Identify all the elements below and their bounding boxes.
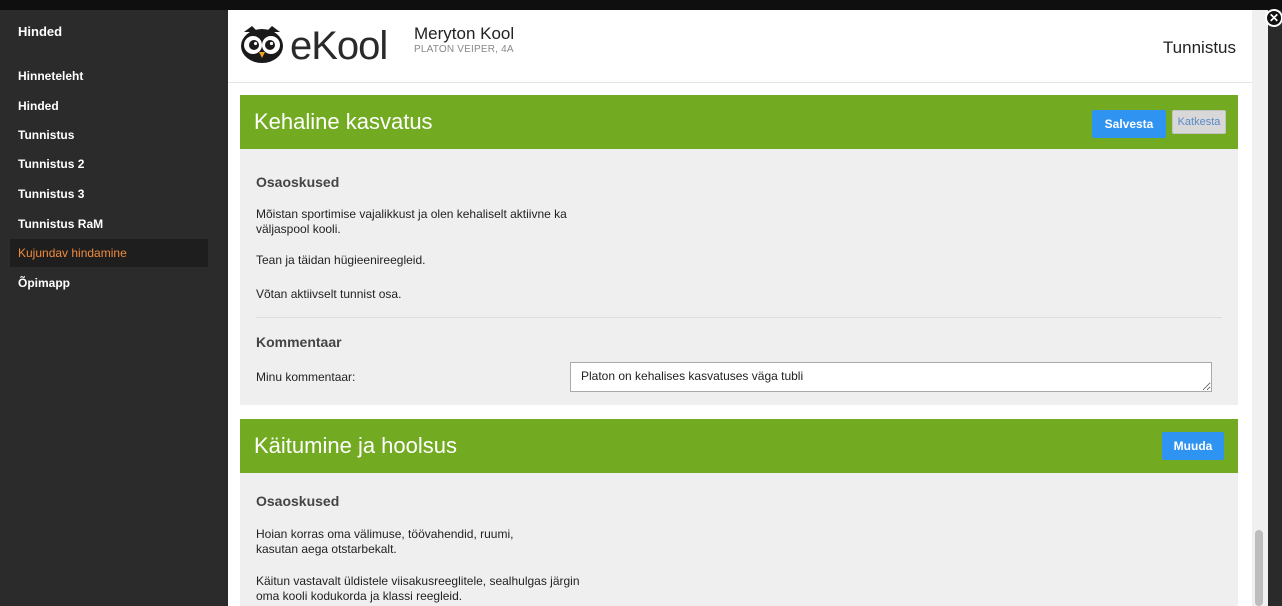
kommentaar-heading: Kommentaar: [256, 334, 342, 350]
section-header-kehaline-kasvatus: Kehaline kasvatus Salvesta Katkesta: [240, 95, 1238, 149]
main-content: eKool Meryton Kool PLATON VEIPER, 4A Tun…: [228, 10, 1252, 606]
section-panel-kaitumine-ja-hoolsus: Osaoskused Hoian korras oma välimuse, tö…: [240, 473, 1238, 606]
owl-logo-icon: [241, 26, 283, 63]
sidebar-item-kujundav-hindamine[interactable]: Kujundav hindamine: [10, 239, 208, 267]
scrollbar-thumb[interactable]: [1255, 530, 1263, 606]
skill-item: Käitun vastavalt üldistele viisakusreegl…: [256, 574, 580, 603]
skill-item: Tean ja täidan hügieenireegleid.: [256, 253, 426, 267]
skill-item: Mõistan sportimise vajalikkust ja olen k…: [256, 207, 567, 236]
sidebar-title: Hinded: [18, 24, 63, 39]
section-title: Kehaline kasvatus: [254, 109, 433, 134]
sidebar-item-hinneteleht[interactable]: Hinneteleht: [10, 62, 208, 90]
sidebar: Hinded Hinneteleht Hinded Tunnistus Tunn…: [0, 10, 224, 606]
divider: [256, 317, 1222, 318]
skill-item: Hoian korras oma välimuse, töövahendid, …: [256, 527, 514, 556]
header: eKool Meryton Kool PLATON VEIPER, 4A Tun…: [228, 10, 1252, 83]
school-name: Meryton Kool: [414, 24, 515, 43]
section-header-kaitumine-ja-hoolsus: Käitumine ja hoolsus Muuda: [240, 419, 1238, 473]
sidebar-item-tunnistus-3[interactable]: Tunnistus 3: [10, 180, 208, 208]
skill-item: Võtan aktiivselt tunnist osa.: [256, 287, 402, 301]
sidebar-item-tunnistus-2[interactable]: Tunnistus 2: [10, 150, 208, 178]
cancel-button[interactable]: Katkesta: [1172, 110, 1226, 134]
sidebar-item-tunnistus[interactable]: Tunnistus: [10, 121, 208, 149]
save-button[interactable]: Salvesta: [1092, 110, 1166, 138]
top-strip: [0, 0, 1282, 10]
sidebar-item-opimapp[interactable]: Õpimapp: [10, 269, 208, 297]
brand-name: eKool: [290, 24, 388, 68]
scrollbar-track[interactable]: [1252, 10, 1268, 606]
osaoskused-heading: Osaoskused: [256, 493, 340, 509]
section-title: Käitumine ja hoolsus: [254, 433, 458, 458]
comment-label: Minu kommentaar:: [256, 370, 356, 384]
student-name: PLATON VEIPER, 4A: [414, 44, 514, 55]
osaoskused-heading: Osaoskused: [256, 174, 340, 190]
sidebar-item-hinded[interactable]: Hinded: [10, 92, 208, 120]
close-icon[interactable]: ✕: [1265, 9, 1282, 27]
edit-button[interactable]: Muuda: [1162, 432, 1224, 460]
sidebar-item-tunnistus-ram[interactable]: Tunnistus RaM: [10, 210, 208, 238]
page-title: Tunnistus: [1162, 38, 1236, 57]
comment-textarea[interactable]: [570, 362, 1212, 392]
